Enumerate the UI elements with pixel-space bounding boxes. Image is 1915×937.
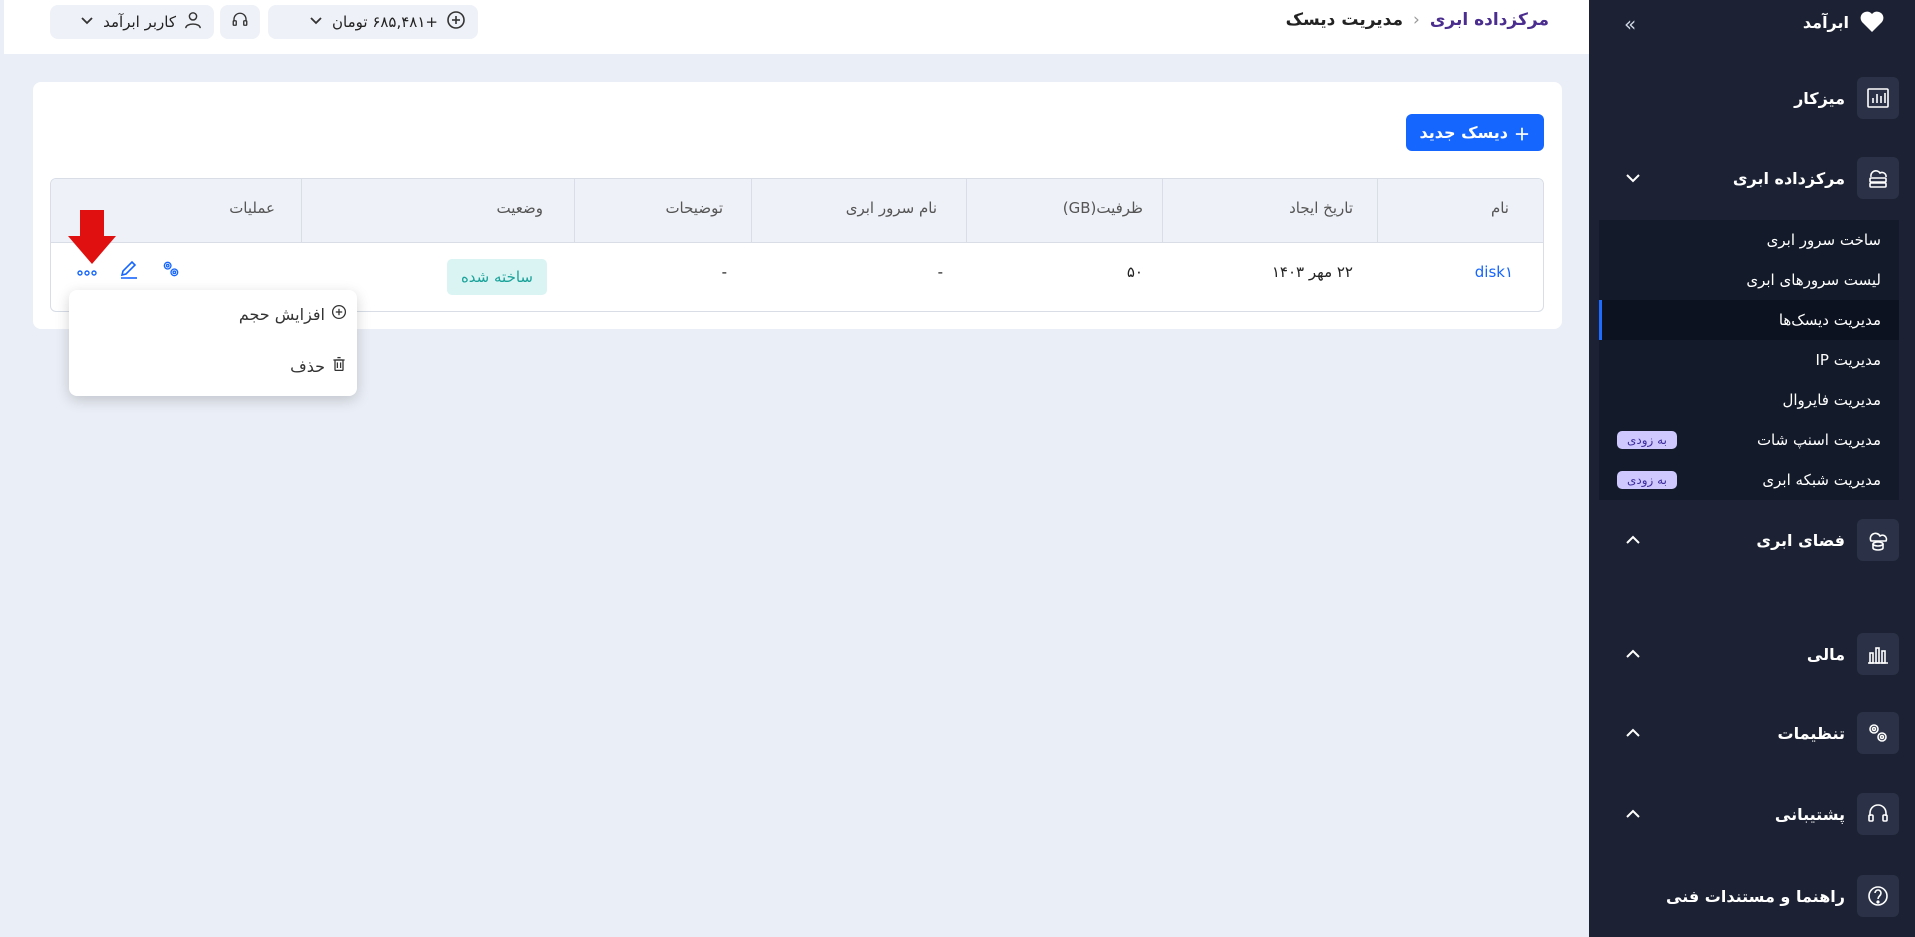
chevron-down-icon: [308, 12, 324, 32]
column-header-operations: عملیات: [229, 199, 275, 217]
trash-icon: [331, 356, 347, 376]
column-header-description[interactable]: توضیحات: [665, 199, 723, 217]
cloud-datacenter-submenu: ساخت سرور ابری لیست سرورهای ابری مدیریت …: [1599, 220, 1899, 500]
chevron-up-icon[interactable]: [1623, 644, 1643, 664]
balance-pill[interactable]: +۶۸۵,۴۸۱ تومان: [268, 5, 478, 39]
sidebar-label: راهنما و مستندات فنی: [1666, 886, 1845, 906]
status-badge: ساخته شده: [446, 259, 547, 295]
column-header-name[interactable]: نام: [1491, 199, 1509, 217]
sidebar-item-cloud-storage[interactable]: فضای ابری: [1605, 518, 1899, 562]
sidebar-item-finance[interactable]: مالی: [1605, 632, 1899, 676]
menu-item-label: افزایش حجم: [238, 304, 325, 324]
cloud-server-icon: [1857, 157, 1899, 199]
support-button[interactable]: [220, 5, 260, 39]
top-bar: مرکزداده ابری ‹ مدیریت دیسک +۶۸۵,۴۸۱ توم…: [4, 0, 1589, 54]
new-disk-button[interactable]: ＋ دیسک جدید: [1405, 114, 1544, 151]
submenu-item-server-list[interactable]: لیست سرورهای ابری: [1599, 260, 1899, 300]
dashboard-chart-icon: [1857, 77, 1899, 119]
plus-circle-icon[interactable]: [446, 10, 466, 34]
help-icon: [1857, 875, 1899, 917]
menu-item-label: حذف: [290, 356, 325, 376]
logo-icon: [1859, 10, 1885, 34]
menu-item-increase-size[interactable]: افزایش حجم: [239, 304, 347, 324]
submenu-label: ساخت سرور ابری: [1766, 231, 1881, 249]
finance-chart-icon: [1857, 633, 1899, 675]
cloud-storage-icon: [1857, 519, 1899, 561]
collapse-sidebar-icon[interactable]: «: [1624, 12, 1636, 36]
balance-amount: +۶۸۵,۴۸۱ تومان: [332, 13, 438, 31]
breadcrumb: مرکزداده ابری ‹ مدیریت دیسک: [1286, 10, 1549, 30]
submenu-item-ip-management[interactable]: مدیریت IP: [1599, 340, 1899, 380]
submenu-label: مدیریت شبکه ابری: [1762, 471, 1881, 489]
red-arrow-indicator: [68, 210, 116, 264]
page-title: مدیریت دیسک: [1285, 10, 1404, 30]
menu-item-delete[interactable]: حذف: [290, 356, 347, 376]
submenu-item-create-server[interactable]: ساخت سرور ابری: [1599, 220, 1899, 260]
submenu-item-cloud-network[interactable]: مدیریت شبکه ابری به زودی: [1599, 460, 1899, 500]
created-date: ۲۲ مهر ۱۴۰۳: [1271, 263, 1353, 281]
description-value: -: [721, 263, 727, 281]
brand[interactable]: ابرآمد: [1803, 10, 1885, 34]
plus-icon: ＋: [1513, 124, 1530, 144]
edit-pencil-icon[interactable]: [117, 257, 141, 281]
submenu-label: لیست سرورهای ابری: [1746, 271, 1881, 289]
sidebar-item-settings[interactable]: تنظیمات: [1605, 711, 1899, 755]
chevron-up-icon[interactable]: [1623, 723, 1643, 743]
chevron-up-icon[interactable]: [1623, 530, 1643, 550]
more-options-icon[interactable]: [75, 261, 99, 285]
user-name: کاربر ابرآمد: [103, 13, 176, 31]
headset-icon: [1857, 793, 1899, 835]
server-name: -: [937, 263, 943, 281]
submenu-label: مدیریت دیسک‌ها: [1778, 311, 1881, 329]
submenu-item-firewall-management[interactable]: مدیریت فایروال: [1599, 380, 1899, 420]
sidebar-item-dashboard[interactable]: میزکار: [1605, 76, 1899, 120]
brand-name: ابرآمد: [1802, 12, 1849, 32]
sidebar: ابرآمد « میزکار مرکزداده ابری ساخت سرور …: [1589, 0, 1915, 937]
chevron-left-icon: ‹: [1413, 10, 1420, 30]
submenu-label: مدیریت فایروال: [1782, 391, 1881, 409]
chevron-up-icon[interactable]: [1623, 804, 1643, 824]
sidebar-item-support[interactable]: پشتیبانی: [1605, 792, 1899, 836]
more-options-menu: افزایش حجم حذف: [69, 290, 357, 396]
user-icon: [184, 11, 202, 33]
column-header-created[interactable]: تاریخ ایجاد: [1289, 199, 1353, 217]
chevron-down-icon[interactable]: [1623, 168, 1643, 188]
capacity-value: ۵۰: [1126, 263, 1143, 281]
submenu-item-snapshot-management[interactable]: مدیریت اسنپ شات به زودی: [1599, 420, 1899, 460]
column-header-status[interactable]: وضعیت: [497, 199, 543, 217]
sidebar-label: میزکار: [1794, 88, 1845, 108]
settings-gears-icon: [1857, 712, 1899, 754]
column-header-server[interactable]: نام سرور ابری: [846, 199, 937, 217]
sidebar-item-docs[interactable]: راهنما و مستندات فنی: [1605, 874, 1899, 918]
coming-soon-badge: به زودی: [1617, 431, 1677, 449]
breadcrumb-parent[interactable]: مرکزداده ابری: [1430, 10, 1549, 30]
submenu-label: مدیریت اسنپ شات: [1756, 431, 1881, 449]
submenu-item-disk-management[interactable]: مدیریت دیسک‌ها: [1599, 300, 1899, 340]
column-header-capacity[interactable]: ظرفیت(GB): [1063, 199, 1143, 217]
user-menu[interactable]: کاربر ابرآمد: [50, 5, 214, 39]
headset-icon: [231, 11, 249, 33]
coming-soon-badge: به زودی: [1617, 471, 1677, 489]
chevron-down-icon: [79, 12, 95, 32]
sidebar-item-cloud-datacenter[interactable]: مرکزداده ابری: [1605, 156, 1899, 200]
plus-circle-icon: [331, 304, 347, 324]
disk-name-link[interactable]: disk۱: [1475, 263, 1513, 281]
submenu-label: مدیریت IP: [1815, 351, 1881, 369]
settings-gears-icon[interactable]: [159, 257, 183, 281]
new-disk-label: دیسک جدید: [1419, 123, 1508, 142]
